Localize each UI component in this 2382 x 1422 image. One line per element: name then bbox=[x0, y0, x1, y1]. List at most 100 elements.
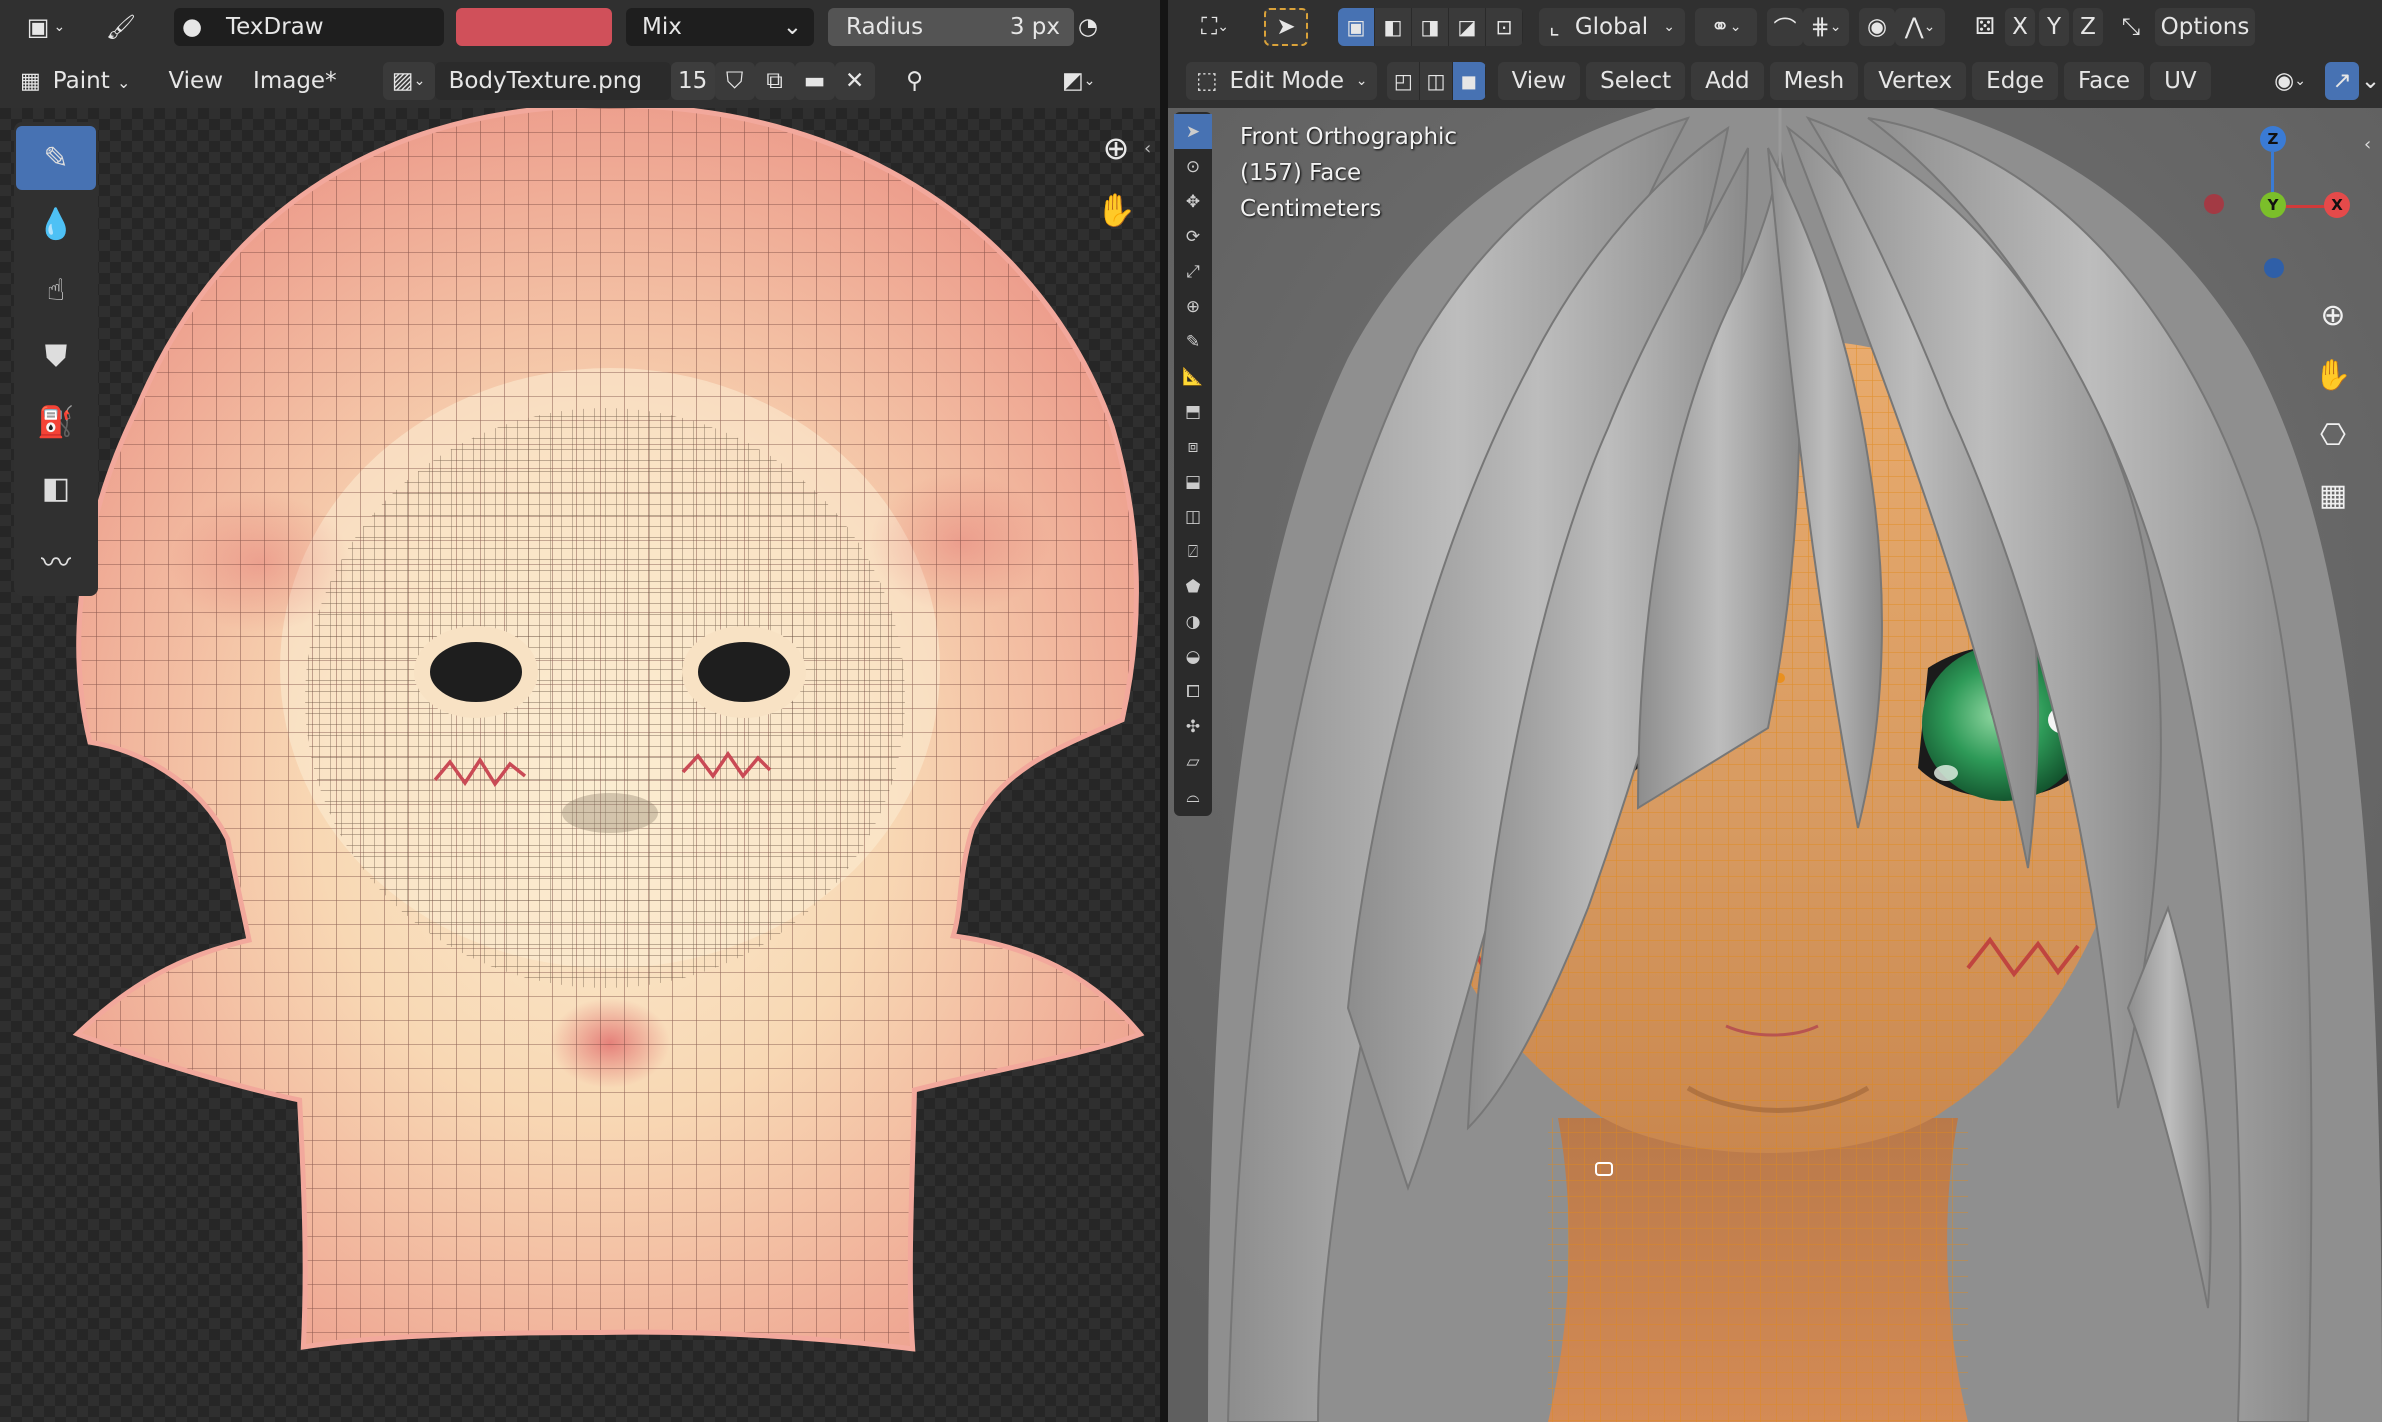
duplicate-icon[interactable]: ⧉ bbox=[754, 62, 795, 100]
view-menu[interactable]: View bbox=[156, 68, 235, 94]
smear-tool[interactable]: ☝ bbox=[16, 258, 96, 322]
fake-user-icon[interactable]: ⛉ bbox=[714, 62, 755, 100]
pin-icon[interactable]: ⚲ bbox=[895, 62, 935, 100]
scale-tool-icon[interactable]: ⤢ bbox=[1174, 254, 1212, 289]
brush-name-field[interactable]: TexDraw bbox=[210, 8, 444, 46]
bevel-tool-icon[interactable]: ⬓ bbox=[1174, 464, 1212, 499]
interaction-mode-select[interactable]: ⬚ Edit Mode ⌄ bbox=[1186, 62, 1378, 100]
smooth-tool-icon[interactable]: ◒ bbox=[1174, 639, 1212, 674]
image-users-count[interactable]: 15 bbox=[670, 62, 715, 100]
spin-tool-icon[interactable]: ◑ bbox=[1174, 604, 1212, 639]
poly-build-tool-icon[interactable]: ⬟ bbox=[1174, 569, 1212, 604]
select-intersect-icon[interactable]: ⊡ bbox=[1486, 8, 1523, 46]
select-new-icon[interactable]: ▣ bbox=[1338, 8, 1375, 46]
clone-tool[interactable]: ⛊ bbox=[16, 324, 96, 388]
proportional-edit-icon[interactable]: ◉ bbox=[1859, 8, 1895, 46]
mirror-x-toggle[interactable]: X bbox=[2005, 8, 2035, 46]
gizmo-neg-z-axis[interactable] bbox=[2264, 258, 2284, 278]
menu-add[interactable]: Add bbox=[1691, 62, 1764, 100]
select-extend-icon[interactable]: ◧ bbox=[1375, 8, 1412, 46]
select-box-tool-icon[interactable]: ➤ bbox=[1174, 114, 1212, 149]
image-menu[interactable]: Image* bbox=[241, 68, 349, 94]
mirror-icon[interactable]: ⚄ bbox=[1967, 8, 2003, 46]
perspective-grid-icon[interactable]: ▦ bbox=[2308, 470, 2358, 520]
3d-viewport-canvas[interactable] bbox=[1168, 108, 2382, 1422]
editor-type-button[interactable]: ▣ ⌄ bbox=[16, 8, 76, 46]
menu-face[interactable]: Face bbox=[2064, 62, 2145, 100]
close-icon[interactable]: ✕ bbox=[834, 62, 875, 100]
gizmo-z-axis[interactable]: Z bbox=[2260, 126, 2286, 152]
gizmo-neg-x-axis[interactable] bbox=[2204, 194, 2224, 214]
image-name-field[interactable]: BodyTexture.png bbox=[434, 62, 671, 100]
sidebar-toggle-icon[interactable]: ‹ bbox=[2364, 134, 2371, 155]
soften-tool[interactable]: 💧 bbox=[16, 192, 96, 256]
pan-hand-icon[interactable]: ✋ bbox=[2308, 350, 2358, 400]
snap-target-button[interactable]: ⋕ ⌄ bbox=[1803, 8, 1849, 46]
mask-tool[interactable]: ◧ bbox=[16, 456, 96, 520]
edge-slide-tool-icon[interactable]: ⧠ bbox=[1174, 674, 1212, 709]
inset-tool-icon[interactable]: ⧈ bbox=[1174, 429, 1212, 464]
folder-icon[interactable]: ▬ bbox=[794, 62, 835, 100]
vertex-select-icon[interactable]: ◰ bbox=[1387, 62, 1421, 100]
knife-tool-icon[interactable]: ⍁ bbox=[1174, 534, 1212, 569]
radius-field[interactable]: Radius 3 px bbox=[828, 8, 1074, 46]
cursor-tool-icon[interactable]: ⊙ bbox=[1174, 149, 1212, 184]
falloff-button[interactable]: ⋀ ⌄ bbox=[1895, 8, 1945, 46]
mode-select[interactable]: Paint ⌄ bbox=[41, 68, 143, 94]
select-subtract-icon[interactable]: ◨ bbox=[1412, 8, 1449, 46]
gizmo-y-axis[interactable]: Y bbox=[2260, 192, 2286, 218]
loop-cut-tool-icon[interactable]: ◫ bbox=[1174, 499, 1212, 534]
gizmo-dropdown-icon[interactable]: ⌄ bbox=[2359, 62, 2382, 100]
fill-tool[interactable]: ⛽ bbox=[16, 390, 96, 454]
gizmo-x-axis[interactable]: X bbox=[2324, 192, 2350, 218]
shear-tool-icon[interactable]: ▱ bbox=[1174, 744, 1212, 779]
extrude-tool-icon[interactable]: ⬒ bbox=[1174, 394, 1212, 429]
select-tool-icon[interactable]: ➤ bbox=[1264, 8, 1308, 46]
blend-mode-select[interactable]: Mix ⌄ bbox=[626, 8, 814, 46]
image-browse-button[interactable]: ▨ ⌄ bbox=[382, 62, 435, 100]
brush-tool[interactable]: ✎ bbox=[16, 126, 96, 190]
editor-type-button[interactable]: ⛶ ⌄ bbox=[1184, 8, 1246, 46]
auto-merge-icon[interactable]: ⤡ bbox=[2113, 8, 2149, 46]
move-tool-icon[interactable]: ✥ bbox=[1174, 184, 1212, 219]
camera-icon[interactable]: ⎔ bbox=[2308, 410, 2358, 460]
left-eye-hole bbox=[414, 626, 538, 718]
snap-toggle-icon[interactable]: ⌒ bbox=[1767, 8, 1803, 46]
pivot-point-button[interactable]: ⚭ ⌄ bbox=[1695, 8, 1757, 46]
display-channels-button[interactable]: ◩ ⌄ bbox=[1049, 62, 1109, 100]
paint-brush-icon[interactable]: 🖌 bbox=[96, 8, 146, 46]
sidebar-toggle-icon[interactable]: ‹ bbox=[1144, 138, 1151, 159]
options-button[interactable]: Options bbox=[2155, 8, 2255, 46]
mesh-select-mode-group: ◰ ◫ ◼ bbox=[1387, 62, 1486, 100]
gizmo-toggle-icon[interactable]: ↗ bbox=[2325, 62, 2360, 100]
brush-color-swatch[interactable] bbox=[456, 8, 612, 46]
transform-orientation-select[interactable]: ⌞ Global ⌄ bbox=[1539, 8, 1685, 46]
menu-select[interactable]: Select bbox=[1586, 62, 1686, 100]
edge-select-icon[interactable]: ◫ bbox=[1420, 62, 1453, 100]
pressure-icon[interactable]: ◔ bbox=[1076, 8, 1100, 46]
measure-tool-icon[interactable]: 📐 bbox=[1174, 359, 1212, 394]
menu-vertex[interactable]: Vertex bbox=[1864, 62, 1967, 100]
transform-tool-icon[interactable]: ⊕ bbox=[1174, 289, 1212, 324]
annotate-tool-icon[interactable]: ✎ bbox=[1174, 324, 1212, 359]
rotate-tool-icon[interactable]: ⟳ bbox=[1174, 219, 1212, 254]
uv-texture-canvas[interactable] bbox=[0, 108, 1160, 1422]
brush-preview-icon[interactable]: ● bbox=[174, 8, 210, 46]
mirror-z-toggle[interactable]: Z bbox=[2073, 8, 2103, 46]
shrink-fatten-tool-icon[interactable]: ✣ bbox=[1174, 709, 1212, 744]
zoom-icon[interactable]: ⊕ bbox=[2308, 290, 2358, 340]
mirror-y-toggle[interactable]: Y bbox=[2039, 8, 2069, 46]
menu-edge[interactable]: Edge bbox=[1972, 62, 2059, 100]
menu-view[interactable]: View bbox=[1497, 62, 1581, 100]
pan-hand-icon[interactable]: ✋ bbox=[1090, 184, 1142, 236]
zoom-icon[interactable]: ⊕ bbox=[1090, 122, 1142, 174]
annotate-tool[interactable]: 〰 bbox=[16, 528, 96, 592]
select-invert-icon[interactable]: ◪ bbox=[1449, 8, 1486, 46]
rip-tool-icon[interactable]: ⌓ bbox=[1174, 779, 1212, 814]
navigation-gizmo[interactable]: Z Y X bbox=[2198, 112, 2350, 282]
visibility-button[interactable]: ◉ ⌄ bbox=[2263, 62, 2318, 100]
menu-mesh[interactable]: Mesh bbox=[1769, 62, 1859, 100]
area-divider[interactable] bbox=[1160, 0, 1168, 1422]
face-select-icon[interactable]: ◼ bbox=[1452, 62, 1486, 100]
menu-uv[interactable]: UV bbox=[2150, 62, 2211, 100]
